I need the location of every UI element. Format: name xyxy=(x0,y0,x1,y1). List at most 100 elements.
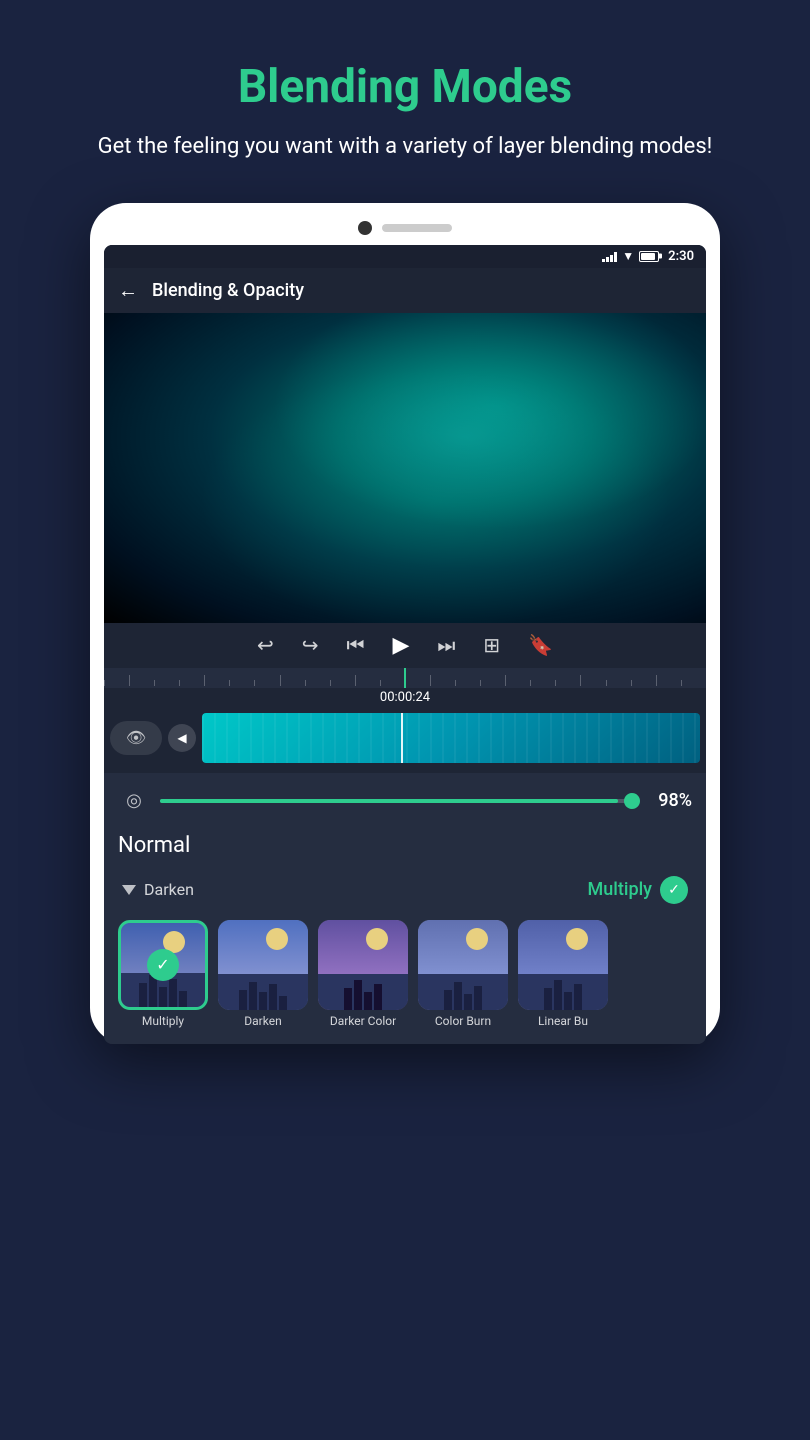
check-circle: ✓ xyxy=(660,876,688,904)
building xyxy=(574,984,582,1010)
thumb-moon xyxy=(466,928,488,950)
phone-speaker xyxy=(382,224,452,232)
thumb-colorburn-label: Color Burn xyxy=(435,1014,491,1028)
opacity-icon: ◎ xyxy=(118,785,150,817)
status-time: 2:30 xyxy=(668,249,694,264)
thumb-sky xyxy=(318,920,408,974)
blend-thumb-linearburn[interactable]: Linear Bu xyxy=(518,920,608,1028)
opacity-slider-fill xyxy=(160,799,618,803)
wifi-icon: ▼ xyxy=(622,249,634,263)
ruler-tick xyxy=(104,680,129,686)
ruler-tick xyxy=(254,680,279,686)
ruler-tick xyxy=(580,675,605,686)
thumb-buildings xyxy=(418,974,508,1010)
thumb-moon xyxy=(366,928,388,950)
opacity-slider[interactable] xyxy=(160,799,632,803)
ruler-tick xyxy=(355,675,380,686)
video-bg xyxy=(104,313,706,623)
building xyxy=(474,986,482,1010)
thumb-multiply-label: Multiply xyxy=(142,1014,184,1028)
thumb-darkercolor-img xyxy=(318,920,408,1010)
thumb-multiply-img: ✓ xyxy=(118,920,208,1010)
ruler-tick xyxy=(179,680,204,686)
ruler-tick xyxy=(505,675,530,686)
ruler-tick xyxy=(455,680,480,686)
page-subtitle: Get the feeling you want with a variety … xyxy=(18,132,793,163)
building xyxy=(554,980,562,1010)
blend-thumb-multiply[interactable]: ✓ Multiply xyxy=(118,920,208,1028)
timeline-area[interactable]: 00:00:24 👁 ◀ xyxy=(104,668,706,773)
undo-button[interactable]: ↩ xyxy=(257,633,274,657)
thumb-sky xyxy=(518,920,608,974)
ruler-tick xyxy=(656,675,681,686)
track-clip-pattern xyxy=(202,713,700,763)
eye-icon: 👁 xyxy=(126,728,146,747)
play-button[interactable]: ▶ xyxy=(392,633,409,658)
playhead-track xyxy=(401,713,403,763)
blend-section-name: Darken xyxy=(144,880,194,899)
thumb-linearburn-label: Linear Bu xyxy=(538,1014,588,1028)
battery-icon xyxy=(639,251,659,262)
blend-thumbnails: ✓ Multiply xyxy=(118,912,692,1032)
redo-button[interactable]: ↪ xyxy=(302,633,319,657)
to-end-button[interactable]: ⏭ xyxy=(437,633,455,657)
bookmark-button[interactable]: 🔖 xyxy=(528,633,553,657)
ruler-tick xyxy=(530,680,555,686)
blend-active-label: Multiply xyxy=(588,879,652,900)
bottom-panel: ← ◆ ✂ ◎ 98% Normal Darken xyxy=(104,773,706,1044)
track-expand-button[interactable]: ◀ xyxy=(168,724,196,752)
building xyxy=(364,992,372,1010)
ruler-tick xyxy=(681,680,706,686)
thumb-darken-label: Darken xyxy=(244,1014,281,1028)
thumb-sky xyxy=(218,920,308,974)
phone-notch xyxy=(104,221,706,235)
building xyxy=(179,991,187,1007)
blend-thumb-colorburn[interactable]: Color Burn xyxy=(418,920,508,1028)
thumb-city-bg xyxy=(418,920,508,1010)
ruler-tick xyxy=(280,675,305,686)
phone-device: ▼ 2:30 ← Blending & Opacity ↩ ↪ ⏮ ▶ xyxy=(90,203,720,1044)
thumb-sky xyxy=(418,920,508,974)
status-bar: ▼ 2:30 xyxy=(104,245,706,268)
building xyxy=(159,987,167,1007)
building xyxy=(444,990,452,1010)
thumb-buildings xyxy=(318,974,408,1010)
ruler-tick xyxy=(480,680,505,686)
blend-thumb-darkercolor[interactable]: Darker Color xyxy=(318,920,408,1028)
ruler-tick xyxy=(204,675,229,686)
building xyxy=(239,990,247,1010)
back-button[interactable]: ← xyxy=(118,278,138,303)
thumb-buildings xyxy=(218,974,308,1010)
playhead-ruler xyxy=(404,668,406,688)
phone-camera xyxy=(358,221,372,235)
blend-section-header[interactable]: Darken Multiply ✓ xyxy=(118,868,692,912)
building xyxy=(259,992,267,1010)
ruler-tick xyxy=(330,680,355,686)
ruler-tick xyxy=(305,680,330,686)
ruler-tick xyxy=(154,680,179,686)
building xyxy=(564,992,572,1010)
building xyxy=(139,983,147,1007)
blend-mode-label: Normal xyxy=(118,827,692,868)
playback-controls: ↩ ↪ ⏮ ▶ ⏭ ⊞ 🔖 xyxy=(104,623,706,668)
app-toolbar: ← Blending & Opacity xyxy=(104,268,706,313)
chevron-left-icon: ◀ xyxy=(177,731,186,745)
thumb-moon xyxy=(266,928,288,950)
timecode: 00:00:24 xyxy=(104,688,706,709)
ruler-tick xyxy=(606,680,631,686)
add-layer-button[interactable]: ⊞ xyxy=(483,633,500,657)
thumb-buildings xyxy=(518,974,608,1010)
track-visibility-button[interactable]: 👁 xyxy=(110,721,162,755)
thumb-city-bg xyxy=(218,920,308,1010)
video-preview xyxy=(104,313,706,623)
track-clip[interactable] xyxy=(202,713,700,763)
thumb-colorburn-img xyxy=(418,920,508,1010)
check-icon: ✓ xyxy=(668,882,680,898)
track-row: 👁 ◀ xyxy=(104,709,706,767)
blend-thumb-darken[interactable]: Darken xyxy=(218,920,308,1028)
opacity-slider-thumb[interactable] xyxy=(624,793,640,809)
opacity-value: 98% xyxy=(642,790,692,811)
to-start-button[interactable]: ⏮ xyxy=(346,633,364,657)
opacity-row: ◎ 98% xyxy=(118,785,692,827)
ruler-tick xyxy=(555,680,580,686)
